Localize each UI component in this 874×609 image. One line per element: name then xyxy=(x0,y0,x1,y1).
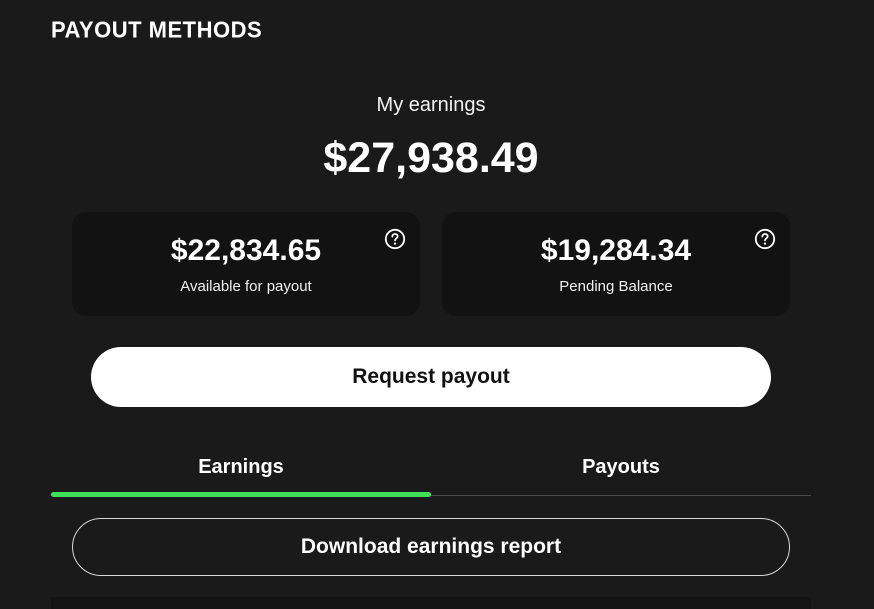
earnings-total: $27,938.49 xyxy=(323,134,539,182)
earnings-list-panel xyxy=(51,597,811,609)
tab-earnings[interactable]: Earnings xyxy=(51,446,431,491)
pending-amount: $19,284.34 xyxy=(540,234,692,267)
pending-caption: Pending Balance xyxy=(559,278,673,295)
active-tab-indicator xyxy=(51,492,431,497)
tab-bar: Earnings Payouts xyxy=(51,446,811,497)
request-payout-button[interactable]: Request payout xyxy=(91,347,771,407)
available-caption: Available for payout xyxy=(180,278,312,295)
page-title: PAYOUT METHODS xyxy=(51,16,263,43)
pending-balance-card: $19,284.34 Pending Balance xyxy=(442,212,790,316)
earnings-label: My earnings xyxy=(376,94,486,116)
help-circle-icon[interactable] xyxy=(754,228,776,250)
available-amount: $22,834.65 xyxy=(170,234,322,267)
available-balance-card: $22,834.65 Available for payout xyxy=(72,212,420,316)
download-earnings-report-button[interactable]: Download earnings report xyxy=(72,518,790,576)
tab-payouts[interactable]: Payouts xyxy=(431,446,811,491)
help-circle-icon[interactable] xyxy=(384,228,406,250)
